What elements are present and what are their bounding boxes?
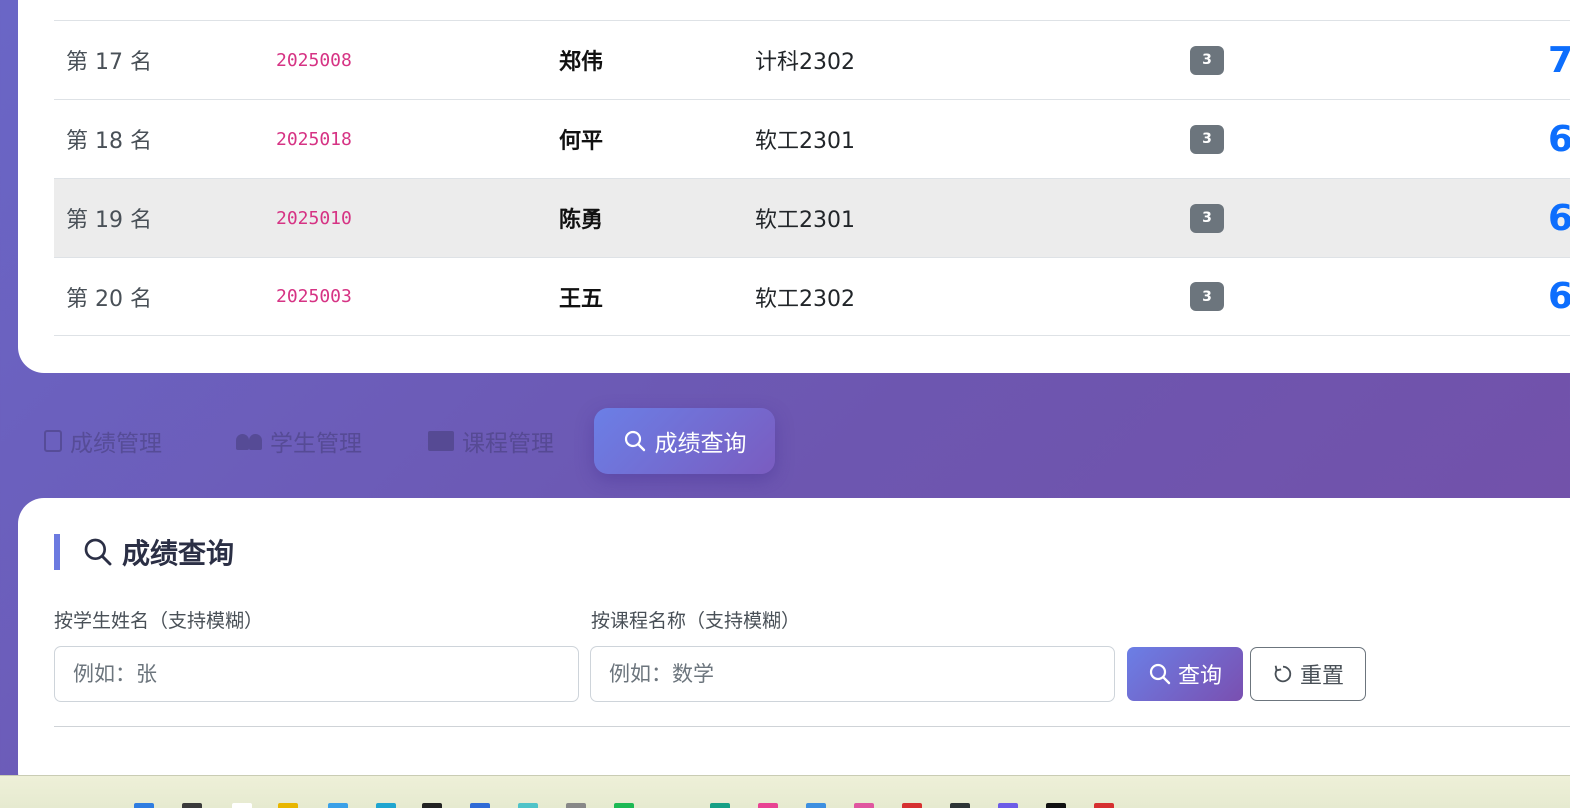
app-icon[interactable] — [518, 803, 538, 808]
student-id-cell: 2025018 — [276, 128, 352, 150]
tab-label: 成绩管理 — [70, 431, 162, 457]
rank-cell: 第 18 名 — [66, 129, 152, 154]
tab-student-management[interactable]: 学生管理 — [236, 408, 362, 474]
student-name-cell: 何平 — [559, 129, 604, 154]
reset-icon — [1274, 665, 1292, 683]
student-name-cell: 陈勇 — [559, 208, 604, 233]
class-cell: 计科2302 — [755, 50, 855, 75]
browser-icon[interactable] — [328, 803, 348, 808]
search-icon[interactable] — [182, 803, 202, 808]
clipboard-icon — [44, 430, 62, 452]
search-icon — [84, 538, 112, 566]
app-icon[interactable] — [854, 803, 874, 808]
tab-label: 学生管理 — [270, 431, 362, 457]
reset-button-label: 重置 — [1299, 664, 1344, 689]
table-row: 第 18 名 2025018 何平 软工2301 3 6 — [54, 99, 1570, 178]
folder-icon[interactable] — [278, 803, 298, 808]
tab-grade-management[interactable]: 成绩管理 — [44, 408, 162, 474]
os-taskbar — [0, 775, 1570, 808]
student-name-cell: 郑伟 — [559, 50, 604, 75]
student-name-label: 按学生姓名（支持模糊） — [54, 610, 264, 632]
rank-cell: 第 20 名 — [66, 286, 152, 312]
table-row: 第 19 名 2025010 陈勇 软工2301 3 6 — [54, 178, 1570, 257]
book-icon — [428, 431, 454, 451]
score-cell: 6 — [1548, 276, 1570, 317]
student-id-cell: 2025010 — [276, 207, 352, 229]
app-icon[interactable] — [1094, 803, 1114, 808]
course-count-badge: 3 — [1190, 282, 1224, 311]
class-cell: 软工2302 — [755, 286, 855, 312]
tab-course-management[interactable]: 课程管理 — [428, 408, 554, 474]
app-icon[interactable] — [1046, 803, 1066, 808]
student-id-cell: 2025008 — [276, 49, 352, 71]
ranking-table: 第 17 名 2025008 郑伟 计科2302 3 7 第 18 名 2025… — [54, 20, 1570, 336]
tab-label: 成绩查询 — [654, 431, 747, 457]
score-cell: 6 — [1548, 197, 1570, 239]
app-icon[interactable] — [232, 803, 252, 808]
table-row: 第 20 名 2025003 王五 软工2302 3 6 — [54, 257, 1570, 336]
query-button-label: 查询 — [1177, 664, 1222, 689]
app-icon[interactable] — [376, 803, 396, 808]
rank-cell: 第 17 名 — [66, 50, 152, 75]
rank-cell: 第 19 名 — [66, 208, 152, 233]
student-id-cell: 2025003 — [276, 286, 352, 307]
table-row: 第 17 名 2025008 郑伟 计科2302 3 7 — [54, 20, 1570, 99]
app-icon[interactable] — [710, 803, 730, 808]
people-icon — [236, 432, 262, 450]
tab-label: 课程管理 — [462, 431, 554, 457]
app-icon[interactable] — [614, 803, 634, 808]
reset-button[interactable]: 重置 — [1250, 647, 1366, 701]
divider — [54, 726, 1570, 727]
app-icon[interactable] — [950, 803, 970, 808]
course-name-label: 按课程名称（支持模糊） — [591, 610, 801, 632]
score-cell: 7 — [1548, 39, 1570, 81]
class-cell: 软工2301 — [755, 129, 855, 154]
app-icon[interactable] — [998, 803, 1018, 808]
query-button[interactable]: 查询 — [1127, 647, 1243, 701]
student-name-cell: 王五 — [559, 286, 604, 312]
app-icon[interactable] — [470, 803, 490, 808]
app-icon[interactable] — [806, 803, 826, 808]
section-title-text: 成绩查询 — [122, 537, 235, 570]
app-icon[interactable] — [758, 803, 778, 808]
app-icon[interactable] — [902, 803, 922, 808]
score-cell: 6 — [1548, 118, 1570, 160]
ranking-card: 第 17 名 2025008 郑伟 计科2302 3 7 第 18 名 2025… — [18, 0, 1570, 373]
section-title: 成绩查询 — [54, 534, 234, 570]
class-cell: 软工2301 — [755, 208, 855, 233]
search-icon — [624, 430, 645, 452]
course-count-badge: 3 — [1190, 45, 1224, 75]
start-icon[interactable] — [134, 803, 154, 808]
search-icon — [1149, 663, 1171, 685]
nav-tabs: 成绩管理 学生管理 课程管理 成绩查询 — [0, 408, 1570, 474]
course-name-input[interactable] — [590, 646, 1115, 702]
grade-query-card: 成绩查询 按学生姓名（支持模糊） 按课程名称（支持模糊） 查询 重置 — [18, 498, 1570, 798]
course-count-badge: 3 — [1190, 203, 1224, 233]
tab-grade-query[interactable]: 成绩查询 — [594, 408, 775, 474]
app-icon[interactable] — [566, 803, 586, 808]
course-count-badge: 3 — [1190, 124, 1224, 154]
app-icon[interactable] — [422, 803, 442, 808]
student-name-input[interactable] — [54, 646, 579, 702]
